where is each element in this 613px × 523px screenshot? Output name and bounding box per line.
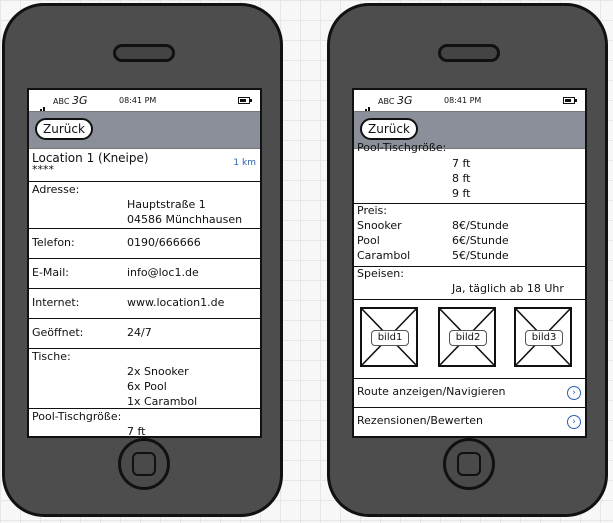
email-label: E-Mail:	[32, 266, 69, 279]
price-item-value: 8€/Stunde	[452, 219, 509, 232]
home-square-icon	[132, 452, 156, 476]
hours-row: Geöffnet: 24/7	[29, 319, 260, 349]
status-bar: ABC 3G 08:41 PM	[29, 90, 260, 117]
chevron-right-icon: ›	[567, 386, 581, 400]
reviews-link-label: Rezensionen/Bewerten	[357, 414, 484, 427]
network-label: 3G	[71, 94, 88, 107]
address-row: Adresse: Hauptstraße 1 04586 Münchhausen	[29, 182, 260, 229]
food-row: Speisen: Ja, täglich ab 18 Uhr	[354, 267, 585, 300]
price-row: Preis: Snooker 8€/Stunde Pool 6€/Stunde …	[354, 204, 585, 267]
back-button[interactable]: Zurück	[35, 118, 93, 140]
back-button[interactable]: Zurück	[360, 118, 418, 140]
nav-bar: Zurück	[29, 111, 260, 149]
price-item-name: Carambol	[357, 249, 411, 262]
food-value: Ja, täglich ab 18 Uhr	[452, 282, 564, 295]
internet-label: Internet:	[32, 296, 80, 309]
tables-row: Tische: 2x Snooker 6x Pool 1x Carambol	[29, 349, 260, 409]
home-button[interactable]	[118, 438, 170, 490]
chevron-right-icon: ›	[567, 415, 581, 429]
internet-value[interactable]: www.location1.de	[127, 296, 224, 309]
hours-label: Geöffnet:	[32, 326, 84, 339]
battery-icon	[563, 97, 577, 104]
carrier-label: ABC	[378, 97, 395, 106]
reviews-link[interactable]: Rezensionen/Bewerten ›	[354, 408, 585, 436]
email-value[interactable]: info@loc1.de	[127, 266, 199, 279]
network-label: 3G	[396, 94, 413, 107]
price-item-value: 6€/Stunde	[452, 234, 509, 247]
detail-content: Location 1 (Kneipe) **** 1 km Adresse: H…	[29, 149, 260, 438]
route-link[interactable]: Route anzeigen/Navigieren ›	[354, 379, 585, 408]
phone-label: Telefon:	[32, 236, 75, 249]
phone-right: ABC 3G 08:41 PM Zurück Pool-Tischgröße: …	[327, 3, 608, 517]
price-item-name: Snooker	[357, 219, 402, 232]
food-label: Speisen:	[357, 267, 404, 280]
address-line1: Hauptstraße 1	[127, 198, 206, 211]
internet-row[interactable]: Internet: www.location1.de	[29, 289, 260, 319]
image-caption: bild1	[371, 330, 409, 346]
table-item: 1x Carambol	[127, 395, 198, 408]
route-link-label: Route anzeigen/Navigieren	[357, 385, 506, 398]
pool-size-label: Pool-Tischgröße:	[357, 141, 447, 154]
home-square-icon	[457, 452, 481, 476]
price-item-value: 5€/Stunde	[452, 249, 509, 262]
table-item: 2x Snooker	[127, 365, 189, 378]
address-label: Adresse:	[32, 183, 80, 196]
carrier-label: ABC	[53, 97, 70, 106]
distance-label: 1 km	[233, 158, 256, 168]
rating-stars: ****	[32, 163, 54, 176]
image-gallery: bild1 bild2 bild3	[354, 300, 585, 379]
home-button[interactable]	[443, 438, 495, 490]
speaker-slot	[438, 44, 500, 62]
phone-value[interactable]: 0190/666666	[127, 236, 201, 249]
clock: 08:41 PM	[444, 96, 482, 105]
image-caption: bild2	[449, 330, 487, 346]
battery-icon	[238, 97, 252, 104]
screen: ABC 3G 08:41 PM Zurück Pool-Tischgröße: …	[352, 88, 587, 438]
pool-size-item: 7 ft	[127, 425, 146, 438]
pool-size-item: 9 ft	[452, 187, 471, 200]
clock: 08:41 PM	[119, 96, 157, 105]
table-item: 6x Pool	[127, 380, 167, 393]
phone-row[interactable]: Telefon: 0190/666666	[29, 229, 260, 259]
pool-size-item: 8 ft	[452, 172, 471, 185]
tables-label: Tische:	[32, 350, 71, 363]
phone-left: ABC 3G 08:41 PM Zurück Location 1 (Kneip…	[2, 3, 283, 517]
detail-content: Pool-Tischgröße: 7 ft 8 ft 9 ft Preis: S…	[354, 141, 585, 436]
pool-size-label: Pool-Tischgröße:	[32, 410, 122, 423]
status-bar: ABC 3G 08:41 PM	[354, 90, 585, 117]
header-row: Location 1 (Kneipe) **** 1 km	[29, 149, 260, 182]
price-label: Preis:	[357, 204, 387, 217]
screen: ABC 3G 08:41 PM Zurück Location 1 (Kneip…	[27, 88, 262, 438]
email-row[interactable]: E-Mail: info@loc1.de	[29, 259, 260, 289]
image-placeholder-2[interactable]: bild2	[438, 307, 496, 367]
speaker-slot	[113, 44, 175, 62]
pool-size-item: 7 ft	[452, 157, 471, 170]
address-line2: 04586 Münchhausen	[127, 213, 243, 226]
image-placeholder-3[interactable]: bild3	[514, 307, 572, 367]
image-placeholder-1[interactable]: bild1	[360, 307, 418, 367]
pool-size-row: Pool-Tischgröße: 7 ft	[29, 409, 260, 438]
price-item-name: Pool	[357, 234, 380, 247]
image-caption: bild3	[525, 330, 563, 346]
pool-size-row: Pool-Tischgröße: 7 ft 8 ft 9 ft	[354, 141, 585, 204]
hours-value: 24/7	[127, 326, 152, 339]
